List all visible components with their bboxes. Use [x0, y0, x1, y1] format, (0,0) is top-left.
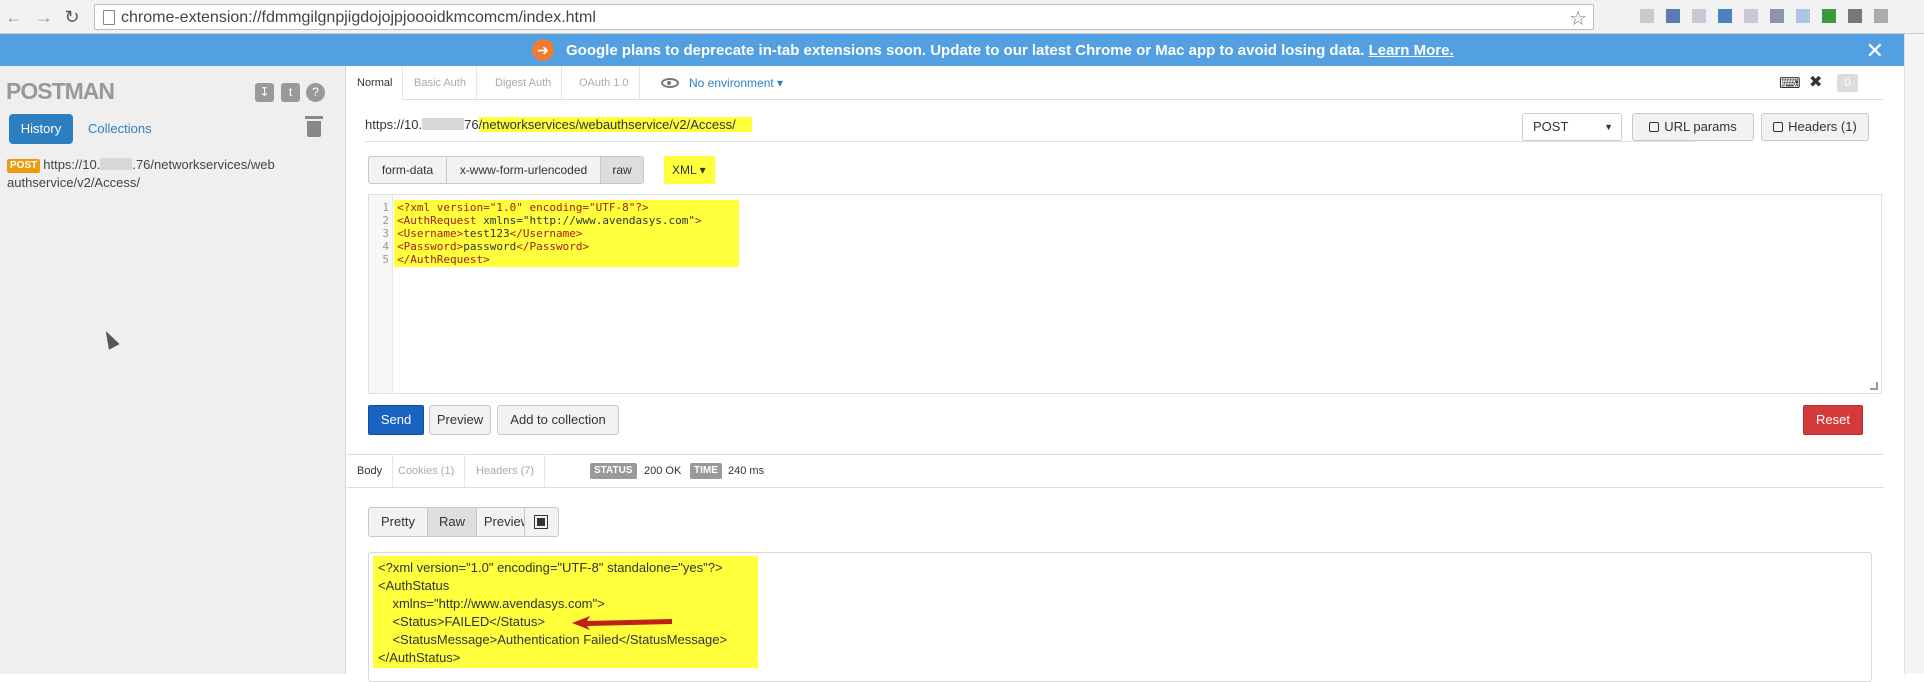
tab-history[interactable]: History: [9, 114, 73, 144]
request-url-input[interactable]: https://10. 76/networkservices/webauthser…: [365, 114, 1695, 142]
menu-icon[interactable]: [1874, 9, 1888, 23]
app-logo: POSTMAN: [6, 78, 115, 104]
tab-form-data[interactable]: form-data: [368, 156, 447, 184]
tab-body[interactable]: Body: [347, 455, 394, 487]
history-url-start: https://10.: [43, 157, 101, 172]
extension-icon[interactable]: [1848, 9, 1862, 23]
url-start: https://10.: [365, 117, 423, 132]
headers-button[interactable]: Headers (1): [1761, 113, 1869, 141]
tab-collections[interactable]: Collections: [88, 114, 152, 144]
tab-oauth[interactable]: OAuth 1.0: [569, 66, 640, 100]
url-params-button[interactable]: URL params: [1632, 113, 1754, 141]
status-badge: STATUS: [590, 463, 637, 479]
address-bar[interactable]: chrome-extension://fdmmgilgnpjigdojojpjo…: [94, 4, 1594, 30]
back-icon[interactable]: ←: [4, 7, 24, 27]
extension-icon[interactable]: [1666, 9, 1680, 23]
response-body[interactable]: <?xml version="1.0" encoding="UTF-8" sta…: [368, 552, 1872, 682]
tab-raw-response[interactable]: Raw: [427, 507, 477, 537]
line-numbers: 12345: [369, 195, 393, 393]
extension-icon[interactable]: [1822, 9, 1836, 23]
method-select[interactable]: POST ▼: [1522, 113, 1622, 141]
bookmark-star-icon[interactable]: ☆: [1569, 6, 1587, 31]
extension-icon[interactable]: [1770, 9, 1784, 23]
tab-urlencoded[interactable]: x-www-form-urlencoded: [446, 156, 601, 184]
notification-badge[interactable]: 0: [1837, 74, 1858, 92]
keyboard-icon[interactable]: ⌨: [1779, 74, 1801, 92]
tab-basic-auth[interactable]: Basic Auth: [404, 66, 477, 100]
tab-cookies[interactable]: Cookies (1): [388, 455, 466, 487]
tab-pretty[interactable]: Pretty: [368, 507, 428, 537]
resize-handle-icon[interactable]: [1870, 382, 1878, 390]
wrench-icon[interactable]: ✖: [1809, 72, 1822, 92]
main-panel: Normal Basic Auth Digest Auth OAuth 1.0 …: [347, 66, 1884, 682]
forward-icon[interactable]: →: [34, 7, 54, 27]
extension-icon[interactable]: [1744, 9, 1758, 23]
extension-icon[interactable]: [1718, 9, 1732, 23]
extension-icon[interactable]: [1796, 9, 1810, 23]
add-to-collection-button[interactable]: Add to collection: [497, 405, 619, 435]
redacted-block: [100, 158, 133, 170]
tab-digest-auth[interactable]: Digest Auth: [485, 66, 563, 100]
request-body-editor[interactable]: 12345 <?xml version="1.0" encoding="UTF-…: [368, 194, 1882, 394]
eye-icon[interactable]: [661, 78, 679, 88]
caret-down-icon: ▼: [1604, 122, 1613, 132]
sidebar: POSTMAN ↧ t ? History Collections POST ht…: [0, 66, 346, 674]
page-scrollbar[interactable]: [1904, 34, 1924, 674]
banner-message: Google plans to deprecate in-tab extensi…: [566, 42, 1454, 59]
page-icon: [103, 10, 115, 25]
request-xml[interactable]: <?xml version="1.0" encoding="UTF-8"?> <…: [394, 200, 739, 267]
reset-button[interactable]: Reset: [1803, 405, 1863, 435]
close-icon[interactable]: ✕: [1866, 38, 1884, 64]
mouse-cursor-icon: [100, 328, 120, 350]
send-button[interactable]: Send: [368, 405, 424, 435]
postman-logo-icon: ➔: [532, 39, 554, 61]
method-badge: POST: [7, 159, 41, 173]
redacted-block: [422, 118, 465, 130]
annotation-arrow-icon: [572, 616, 672, 630]
url-mid: 76: [464, 117, 479, 132]
time-value: 240 ms: [728, 465, 765, 477]
url-path: /networkservices/webauthservice/v2/Acces…: [478, 117, 752, 132]
tab-response-headers[interactable]: Headers (7): [466, 455, 546, 487]
environment-select[interactable]: No environment ▾: [689, 66, 783, 100]
edit-icon: [1649, 122, 1660, 132]
tab-normal[interactable]: Normal: [347, 66, 404, 100]
response-tabs: Body Cookies (1) Headers (7) STATUS 200 …: [347, 454, 1884, 488]
learn-more-link[interactable]: Learn More.: [1369, 42, 1454, 59]
body-format-select[interactable]: XML ▾: [664, 156, 715, 184]
trash-icon[interactable]: [305, 116, 323, 138]
reload-icon[interactable]: ↻: [62, 7, 82, 27]
edit-icon: [1773, 122, 1784, 132]
preview-button[interactable]: Preview: [429, 405, 491, 435]
tab-raw[interactable]: raw: [600, 156, 644, 184]
history-item[interactable]: POST https://10. .76/networkservices/web a…: [7, 156, 307, 192]
twitter-icon[interactable]: t: [281, 83, 300, 102]
download-icon[interactable]: ↧: [255, 83, 274, 102]
fullscreen-icon[interactable]: [524, 507, 559, 537]
extension-icon[interactable]: [1640, 9, 1654, 23]
status-value: 200 OK: [644, 465, 682, 477]
help-icon[interactable]: ?: [306, 83, 325, 102]
extension-icon[interactable]: [1692, 9, 1706, 23]
time-badge: TIME: [690, 463, 722, 479]
browser-toolbar: ← → ↻ chrome-extension://fdmmgilgnpjigdo…: [0, 0, 1924, 34]
response-xml: <?xml version="1.0" encoding="UTF-8" sta…: [373, 556, 758, 668]
deprecation-banner: ➔ Google plans to deprecate in-tab exten…: [0, 34, 1904, 66]
address-url[interactable]: chrome-extension://fdmmgilgnpjigdojojpjo…: [121, 9, 596, 27]
auth-tabs: Normal Basic Auth Digest Auth OAuth 1.0 …: [347, 66, 1884, 100]
